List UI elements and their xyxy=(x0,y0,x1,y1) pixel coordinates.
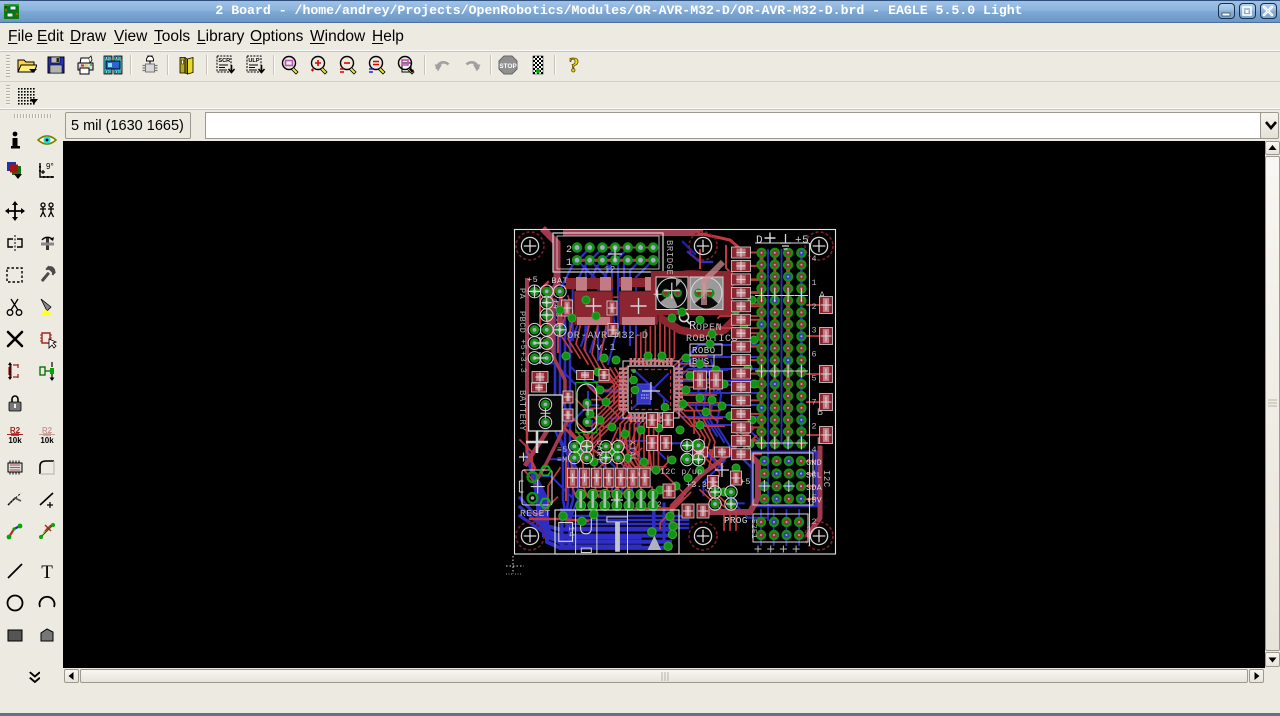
svg-text:2: 2 xyxy=(812,421,818,431)
svg-text:1: 1 xyxy=(812,278,818,288)
svg-text:ULP: ULP xyxy=(248,58,259,64)
svg-text:BATTERY: BATTERY xyxy=(517,390,527,431)
svg-text:2: 2 xyxy=(566,245,573,256)
svg-text:?: ? xyxy=(569,55,580,75)
svg-text:1: 1 xyxy=(566,258,573,269)
svg-text:+5: +5 xyxy=(795,235,809,247)
svg-text:2: 2 xyxy=(812,302,818,312)
svg-text:SCR: SCR xyxy=(218,58,230,64)
svg-text:14: 14 xyxy=(566,526,576,537)
svg-text:STOP: STOP xyxy=(499,63,517,70)
svg-text:UART: UART xyxy=(594,440,604,462)
svg-text:3: 3 xyxy=(812,326,818,336)
svg-text:6: 6 xyxy=(812,350,818,360)
svg-text:I2C p/up: I2C p/up xyxy=(660,467,702,477)
svg-text:2: 2 xyxy=(657,501,662,510)
svg-text:PA: PA xyxy=(517,288,527,300)
svg-text:SCL: SCL xyxy=(806,471,822,481)
svg-text:+5: +5 xyxy=(518,339,528,350)
svg-text:D: D xyxy=(756,235,763,247)
svg-text:4: 4 xyxy=(812,445,818,455)
svg-text:SDA: SDA xyxy=(806,483,823,493)
svg-text:BAT: BAT xyxy=(551,276,568,286)
svg-text:PBCD: PBCD xyxy=(517,311,527,333)
svg-text:+3.3: +3.3 xyxy=(686,480,707,490)
svg-text:+3.3: +3.3 xyxy=(518,351,528,373)
svg-text:9°: 9° xyxy=(46,162,54,171)
svg-text:2: 2 xyxy=(812,517,818,527)
svg-text:RESET: RESET xyxy=(520,508,551,519)
svg-text:≡5: ≡5 xyxy=(557,446,568,455)
svg-text:I2C: I2C xyxy=(821,470,831,488)
svg-text:PROG: PROG xyxy=(724,515,748,526)
svg-text:OR-AVR-M32-D: OR-AVR-M32-D xyxy=(567,330,649,342)
svg-text:+5V: +5V xyxy=(806,496,823,506)
svg-text:5: 5 xyxy=(812,374,818,384)
svg-text:4: 4 xyxy=(812,254,818,264)
svg-text:v.1: v.1 xyxy=(596,342,616,354)
svg-text:7: 7 xyxy=(812,397,818,407)
svg-text:XTAL: XTAL xyxy=(627,440,637,462)
svg-text:R: R xyxy=(689,319,697,333)
svg-text:T: T xyxy=(41,562,53,581)
svg-text:10k: 10k xyxy=(8,436,22,445)
svg-text:+5: +5 xyxy=(527,275,538,285)
svg-text:12: 12 xyxy=(604,265,616,275)
svg-text:E2E1: E2E1 xyxy=(749,519,757,539)
svg-text:≡M: ≡M xyxy=(557,456,568,465)
svg-text:10k: 10k xyxy=(40,436,54,445)
svg-text:BRIDGE: BRIDGE xyxy=(664,240,674,275)
svg-text:GND: GND xyxy=(806,458,822,468)
